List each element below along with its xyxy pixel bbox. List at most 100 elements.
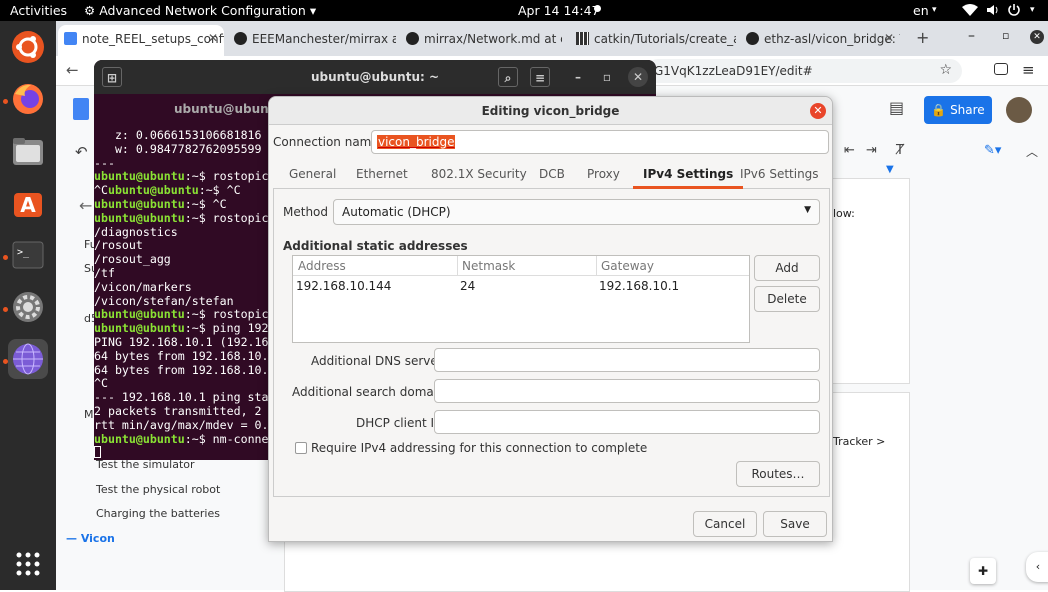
dhcp-client-id-label: DHCP client ID xyxy=(356,416,444,430)
close-icon[interactable]: ✕ xyxy=(208,31,218,45)
terminal-text: /vicon/stefan/stefan xyxy=(94,294,234,308)
terminal-text: ^C xyxy=(94,377,108,391)
require-ipv4-label[interactable]: Require IPv4 addressing for this connect… xyxy=(311,441,647,455)
browser-tab[interactable]: mirrax/Network.md at c xyxy=(400,25,562,56)
require-ipv4-checkbox[interactable] xyxy=(295,442,307,454)
gateway-cell[interactable]: 192.168.10.1 xyxy=(599,279,679,293)
tab-8021x-security[interactable]: 802.1X Security xyxy=(431,159,527,189)
running-indicator xyxy=(3,359,8,364)
terminal-icon[interactable]: >_ xyxy=(8,235,48,275)
terminal-cursor xyxy=(94,446,101,458)
delete-button[interactable]: Delete xyxy=(754,286,820,312)
lock-icon: 🔒 xyxy=(931,103,947,117)
input-locale[interactable]: en xyxy=(913,3,929,18)
browser-tab[interactable]: note_REEL_setups_confi ✕ xyxy=(58,25,224,56)
indent-decrease-icon[interactable]: ⇤ xyxy=(844,143,855,158)
files-icon[interactable] xyxy=(8,131,48,171)
outline-item[interactable]: Charging the batteries xyxy=(96,507,220,520)
tab-ipv6-settings[interactable]: IPv6 Settings xyxy=(740,159,819,189)
undo-icon[interactable]: ↶ xyxy=(75,143,88,161)
outline-item-active[interactable]: — Vicon xyxy=(66,532,115,545)
column-header[interactable]: Address xyxy=(298,259,346,273)
routes-button[interactable]: Routes… xyxy=(736,461,820,487)
app-store-icon[interactable]: A xyxy=(8,183,48,223)
chevron-up-icon[interactable]: ︿ xyxy=(1026,143,1038,160)
star-icon[interactable]: ☆ xyxy=(939,62,952,78)
outline-item[interactable]: Test the physical robot xyxy=(96,483,220,496)
app-menu[interactable]: ⚙ Advanced Network Configuration ▾ xyxy=(84,3,316,18)
cancel-button[interactable]: Cancel xyxy=(693,511,757,537)
table-row[interactable]: 192.168.10.144 24 192.168.10.1 xyxy=(293,276,749,296)
firefox-icon[interactable] xyxy=(8,79,48,119)
new-tab-icon[interactable]: ⊞ xyxy=(102,67,122,87)
add-button[interactable]: Add xyxy=(754,255,820,281)
network-icon[interactable] xyxy=(8,339,48,379)
ros-wiki-icon xyxy=(576,32,589,45)
address-cell[interactable]: 192.168.10.144 xyxy=(296,279,391,293)
running-indicator xyxy=(3,99,8,104)
running-indicator xyxy=(3,307,8,312)
chevron-down-icon: ▾ xyxy=(1030,5,1035,15)
tab-proxy[interactable]: Proxy xyxy=(587,159,620,189)
notification-dot-icon xyxy=(594,5,601,12)
dialog-titlebar[interactable]: Editing vicon_bridge ✕ xyxy=(269,97,832,125)
terminal-text: z: 0.0666153106681816 xyxy=(94,129,262,142)
show-apps-icon[interactable] xyxy=(8,544,48,584)
indent-increase-icon[interactable]: ⇥ xyxy=(866,143,877,158)
ubuntu-icon[interactable] xyxy=(8,27,48,67)
netmask-cell[interactable]: 24 xyxy=(460,279,475,293)
clock[interactable]: Apr 14 14:47 xyxy=(518,3,600,18)
terminal-command: :~$ ping 192 xyxy=(184,322,269,336)
tab-dcb[interactable]: DCB xyxy=(539,159,565,189)
connection-name-field[interactable]: vicon_bridge xyxy=(371,130,829,154)
dns-servers-input[interactable] xyxy=(434,348,820,372)
running-indicator xyxy=(3,255,8,260)
tab-general[interactable]: General xyxy=(289,159,336,189)
address-bar[interactable]: G1VqK1zzLeaD91EY/edit# ☆ xyxy=(646,59,962,83)
column-header[interactable]: Gateway xyxy=(601,259,654,273)
search-domains-input[interactable] xyxy=(434,379,820,403)
save-button[interactable]: Save xyxy=(763,511,827,537)
tab-ethernet[interactable]: Ethernet xyxy=(356,159,408,189)
comments-icon[interactable]: ▤ xyxy=(889,98,904,117)
doc-text-fragment: low: xyxy=(833,207,855,220)
maximize-icon[interactable]: ▫ xyxy=(597,67,617,87)
close-icon[interactable]: ✕ xyxy=(628,67,648,87)
editing-mode-icon[interactable]: ✎▾ xyxy=(984,143,1001,158)
side-panel-toggle-icon[interactable]: ‹ xyxy=(1026,552,1048,582)
share-button[interactable]: 🔒 Share xyxy=(924,96,992,124)
column-header[interactable]: Netmask xyxy=(462,259,515,273)
restore-icon[interactable]: ▫ xyxy=(1002,29,1009,42)
tab-ipv4-settings[interactable]: IPv4 Settings xyxy=(633,159,744,189)
power-icon[interactable] xyxy=(1008,3,1020,20)
add-comment-icon[interactable]: ✚ xyxy=(970,558,996,584)
back-arrow-icon[interactable]: ← xyxy=(79,196,92,215)
menu-icon[interactable]: ≡ xyxy=(530,67,550,87)
terminal-titlebar[interactable]: ⊞ ubuntu@ubuntu: ~ ⌕ ≡ – ▫ ✕ xyxy=(94,60,656,94)
clear-formatting-icon[interactable]: Ⱦ xyxy=(896,143,904,158)
close-icon[interactable]: ✕ xyxy=(1030,30,1044,44)
minimize-icon[interactable]: – xyxy=(568,67,588,87)
close-icon[interactable]: ✕ xyxy=(884,31,894,45)
volume-icon[interactable] xyxy=(986,3,1000,20)
pocket-icon[interactable] xyxy=(994,63,1008,75)
new-tab-icon[interactable]: + xyxy=(916,28,929,47)
close-icon[interactable]: ✕ xyxy=(810,103,826,119)
addresses-table[interactable]: Address Netmask Gateway 192.168.10.144 2… xyxy=(292,255,750,343)
google-docs-icon xyxy=(64,32,77,45)
wifi-icon[interactable] xyxy=(962,3,978,20)
avatar[interactable] xyxy=(1006,97,1032,123)
activities-button[interactable]: Activities xyxy=(10,3,67,18)
minimize-icon[interactable]: – xyxy=(968,28,975,44)
browser-tab[interactable]: ethz-asl/vicon_bridge: Th ✕ xyxy=(740,25,900,56)
browser-tab[interactable]: catkin/Tutorials/create_a xyxy=(570,25,736,56)
search-icon[interactable]: ⌕ xyxy=(498,67,518,87)
back-arrow-icon[interactable]: ← xyxy=(66,61,79,79)
dhcp-client-id-input[interactable] xyxy=(434,410,820,434)
menu-icon[interactable]: ≡ xyxy=(1022,61,1035,79)
method-select[interactable]: Automatic (DHCP) ▼ xyxy=(333,199,820,225)
terminal-text: /rosout_agg xyxy=(94,253,171,267)
settings-icon[interactable] xyxy=(8,287,48,327)
browser-tab[interactable]: EEEManchester/mirrax at c xyxy=(228,25,396,56)
ruler-marker-icon[interactable]: ▼ xyxy=(886,164,894,175)
